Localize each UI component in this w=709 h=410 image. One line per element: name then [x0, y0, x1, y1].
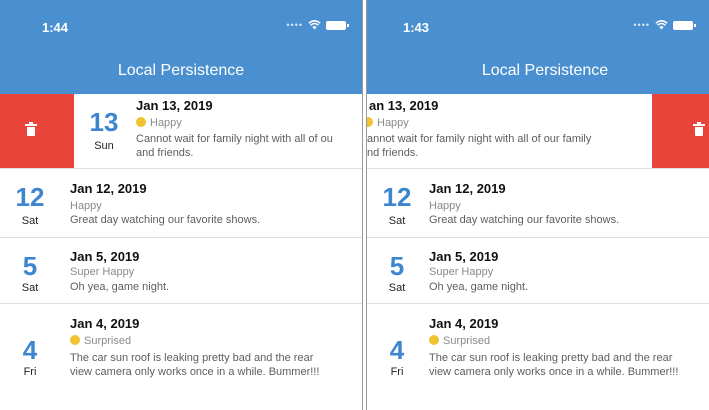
day-number: 4: [389, 335, 405, 365]
entry-mood: Happy: [136, 117, 182, 129]
list-item[interactable]: 5 Sat Jan 5, 2019 Super Happy Oh yea, ga…: [367, 238, 709, 304]
emoji-icon: [429, 335, 439, 345]
left-phone-screen: 1:44 •••• Local Persistence 13 Sun Jan 1…: [0, 0, 363, 410]
day-number: 4: [22, 335, 38, 365]
entry-date: Jan 13, 2019: [136, 98, 213, 113]
entry-note: Cannot wait for family night with all of…: [136, 133, 333, 159]
signal-icon: ••••: [633, 20, 650, 30]
emoji-icon: [70, 335, 80, 345]
entry-date: an 13, 2019: [369, 98, 439, 113]
day-number: 13: [89, 107, 119, 137]
entry-date: Jan 4, 2019: [70, 316, 140, 331]
page-title: Local Persistence: [117, 62, 245, 79]
signal-icon: ••••: [286, 20, 303, 30]
entry-mood: Happy: [70, 200, 102, 212]
trash-icon: [693, 122, 705, 136]
status-icons: ••••: [286, 20, 349, 30]
status-time: 1:44: [42, 20, 69, 35]
status-icons: ••••: [633, 20, 696, 30]
entry-mood: Happy: [367, 117, 409, 129]
entry-mood: Surprised: [70, 335, 131, 347]
day-name: Fri: [23, 366, 37, 378]
delete-action-button[interactable]: [0, 94, 74, 168]
entry-date: Jan 12, 2019: [70, 181, 147, 196]
day-number: 12: [15, 182, 45, 212]
day-name: Fri: [390, 366, 404, 378]
entry-date: Jan 5, 2019: [70, 249, 140, 264]
entry-note: Oh yea, game night.: [70, 281, 170, 293]
battery-icon: [673, 20, 696, 30]
day-number: 5: [22, 251, 38, 281]
day-name: Sat: [21, 215, 39, 227]
day-number: 5: [389, 251, 405, 281]
app-bar: 1:44 •••• Local Persistence: [0, 0, 362, 94]
day-name: Sat: [21, 282, 39, 294]
battery-icon: [326, 20, 349, 30]
list-item[interactable]: 4 Fri Jan 4, 2019 Surprised The car sun …: [367, 304, 709, 410]
entry-date: Jan 4, 2019: [429, 316, 499, 331]
entry-note: annot wait for family night with all of …: [367, 133, 592, 159]
list-item[interactable]: 12 Sat Jan 12, 2019 Happy Great day watc…: [367, 169, 709, 238]
page-title: Local Persistence: [481, 62, 609, 79]
entry-note: Oh yea, game night.: [429, 281, 529, 293]
trash-icon: [25, 122, 37, 136]
list-item[interactable]: an 13, 2019 Happy annot wait for family …: [367, 94, 652, 168]
list-item[interactable]: 5 Sat Jan 5, 2019 Super Happy Oh yea, ga…: [0, 238, 362, 304]
day-name: Sun: [94, 140, 114, 152]
right-phone-screen: 1:43 •••• Local Persistence an 13, 2019 …: [366, 0, 709, 410]
entry-mood: Surprised: [429, 335, 490, 347]
day-number: 12: [382, 182, 412, 212]
wifi-icon: [308, 20, 321, 30]
entry-note: Great day watching our favorite shows.: [70, 214, 261, 226]
entry-mood: Super Happy: [70, 266, 135, 278]
entry-mood: Happy: [429, 200, 461, 212]
list-item[interactable]: 13 Sun Jan 13, 2019 Happy Cannot wait fo…: [74, 94, 362, 168]
app-bar: 1:43 •••• Local Persistence: [367, 0, 709, 94]
list-item[interactable]: 4 Fri Jan 4, 2019 Surprised The car sun …: [0, 304, 362, 410]
emoji-icon: [367, 117, 373, 127]
entry-note: The car sun roof is leaking pretty bad a…: [70, 352, 320, 378]
entry-note: Great day watching our favorite shows.: [429, 214, 620, 226]
entry-mood: Super Happy: [429, 266, 494, 278]
entry-date: Jan 12, 2019: [429, 181, 506, 196]
entry-note: The car sun roof is leaking pretty bad a…: [429, 352, 679, 378]
list-item[interactable]: 12 Sat Jan 12, 2019 Happy Great day watc…: [0, 169, 362, 238]
delete-action-button[interactable]: [652, 94, 709, 168]
day-name: Sat: [388, 282, 406, 294]
emoji-icon: [136, 117, 146, 127]
entry-date: Jan 5, 2019: [429, 249, 499, 264]
day-name: Sat: [388, 215, 406, 227]
wifi-icon: [655, 20, 668, 30]
status-time: 1:43: [403, 20, 430, 35]
